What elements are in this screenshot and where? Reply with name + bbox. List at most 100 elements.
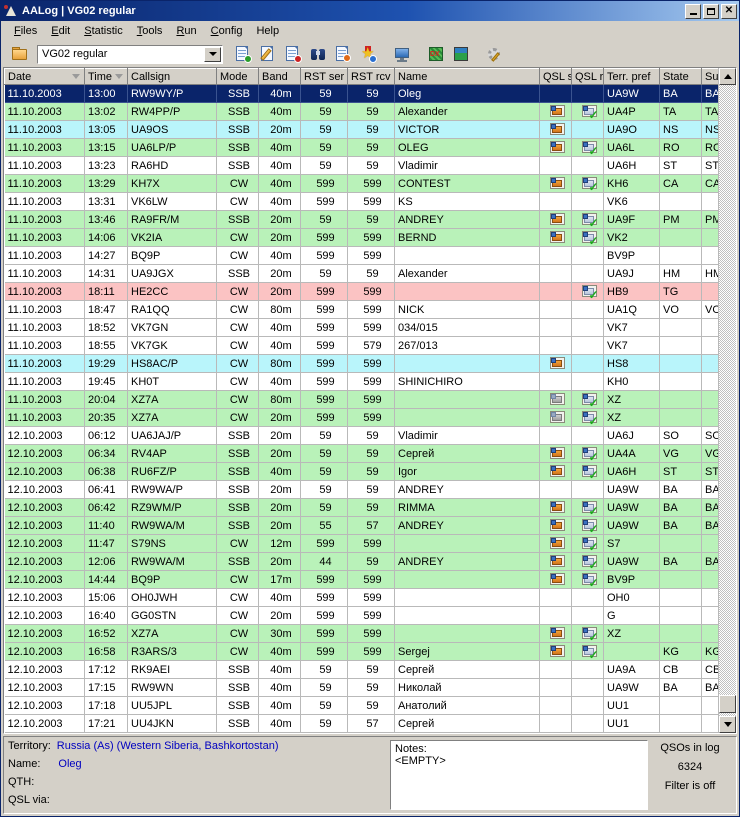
table-row[interactable]: 11.10.2003 13:29 KH7X CW 40m 599 599 CONTEST ✓ KH… [4, 174, 718, 193]
table-row[interactable]: 12.10.2003 12:06 RW9WA/M SSB 20m 44 59 ANDREY ✓ U… [4, 552, 718, 571]
cell-name: CONTEST [394, 174, 540, 193]
column-header-terr[interactable]: Terr. pref [603, 68, 660, 85]
scroll-up-button[interactable] [719, 68, 736, 85]
table-row[interactable]: 12.10.2003 17:12 RK9AEI SSB 40m 59 59 Сергей UA9… [4, 660, 718, 679]
cell-call: RV4AP [127, 444, 217, 463]
maximize-button[interactable] [703, 3, 719, 19]
table-row[interactable]: 11.10.2003 13:02 RW4PP/P SSB 40m 59 59 Alexande… [4, 102, 718, 121]
table-row[interactable]: 11.10.2003 14:31 UA9JGX SSB 20m 59 59 Alexander… [4, 264, 718, 283]
dx-cluster-button[interactable]: DX [425, 43, 447, 65]
column-header-subd[interactable]: Subdivision [701, 68, 718, 85]
vertical-scrollbar[interactable] [718, 68, 736, 733]
new-qso-button[interactable] [232, 43, 254, 65]
cell-mode: SSB [216, 444, 259, 463]
table-row[interactable]: 11.10.2003 18:55 VK7GK CW 40m 599 579 267/013 VK… [4, 336, 718, 355]
table-row[interactable]: 11.10.2003 19:29 HS8AC/P CW 80m 599 599 HS8 [4, 354, 718, 373]
cell-subd [701, 390, 718, 409]
logbook-select[interactable]: VG02 regular [37, 44, 223, 64]
cell-state: BA [659, 678, 702, 697]
menu-statistic[interactable]: Statistic [77, 23, 130, 39]
column-header-date[interactable]: Date [4, 68, 85, 85]
close-button[interactable]: ✕ [721, 3, 737, 19]
menu-edit[interactable]: Edit [44, 23, 77, 39]
table-row[interactable]: 12.10.2003 06:42 RZ9WM/P SSB 20m 59 59 RIMMA ✓ UA… [4, 498, 718, 517]
menu-files[interactable]: Files [7, 23, 44, 39]
table-row[interactable]: 11.10.2003 18:11 HE2CC CW 20m 599 599 ✓ HB9 TG [4, 282, 718, 301]
cell-rstr: 59 [347, 678, 395, 697]
cell-subd [701, 246, 718, 265]
menu-tools[interactable]: Tools [130, 23, 170, 39]
edit-qso-button[interactable] [257, 43, 279, 65]
minimize-button[interactable] [685, 3, 701, 19]
menu-run[interactable]: Run [169, 23, 203, 39]
table-row[interactable]: 11.10.2003 14:06 VK2IA CW 20m 599 599 BERND ✓ VK2 [4, 228, 718, 247]
table-row[interactable]: 11.10.2003 13:23 RA6HD SSB 40m 59 59 Vladimir UA… [4, 156, 718, 175]
scrollbar-thumb[interactable] [719, 695, 736, 713]
cell-date: 11.10.2003 [4, 156, 85, 175]
column-header-qslr[interactable]: QSL r [571, 68, 604, 85]
table-row[interactable]: 12.10.2003 15:06 OH0JWH CW 40m 599 599 OH0 [4, 588, 718, 607]
table-row[interactable]: 11.10.2003 13:05 UA9OS SSB 20m 59 59 VICTOR UA9O… [4, 120, 718, 139]
cell-time: 16:40 [84, 606, 128, 625]
cell-rstr: 59 [347, 552, 395, 571]
cell-qslr [571, 192, 604, 211]
cell-state [659, 588, 702, 607]
monitor-button[interactable] [391, 43, 413, 65]
awards-button[interactable]: ★ [357, 43, 379, 65]
column-header-call[interactable]: Callsign [127, 68, 217, 85]
column-header-rstr[interactable]: RST rcv [347, 68, 395, 85]
menu-help[interactable]: Help [249, 23, 286, 39]
table-row[interactable]: 11.10.2003 20:35 XZ7A CW 20m 599 599 ✓ XZ [4, 408, 718, 427]
table-row[interactable]: 12.10.2003 17:15 RW9WN SSB 40m 59 59 Николай UA9… [4, 678, 718, 697]
table-row[interactable]: 11.10.2003 18:52 VK7GN CW 40m 599 599 034/015 VK… [4, 318, 718, 337]
delete-qso-button[interactable] [282, 43, 304, 65]
report-button[interactable] [332, 43, 354, 65]
cell-qsls [539, 390, 572, 409]
scroll-down-button[interactable] [719, 716, 736, 733]
table-row[interactable]: 11.10.2003 20:04 XZ7A CW 80m 599 599 ✓ XZ [4, 390, 718, 409]
map-button[interactable] [450, 43, 472, 65]
table-row[interactable]: 12.10.2003 14:44 BQ9P CW 17m 599 599 ✓ BV9P [4, 570, 718, 589]
cell-date: 12.10.2003 [4, 642, 85, 661]
table-row[interactable]: 11.10.2003 13:46 RA9FR/M SSB 20m 59 59 ANDREY ✓ U… [4, 210, 718, 229]
table-row[interactable]: 12.10.2003 16:52 XZ7A CW 30m 599 599 ✓ XZ [4, 624, 718, 643]
cell-call: RW9WA/P [127, 480, 217, 499]
scrollbar-track[interactable] [719, 85, 736, 716]
column-header-band[interactable]: Band [258, 68, 301, 85]
table-row[interactable]: 12.10.2003 17:18 UU5JPL SSB 40m 59 59 Анатолий U… [4, 696, 718, 715]
menu-config[interactable]: Config [204, 23, 250, 39]
open-folder-icon[interactable] [11, 46, 29, 62]
table-row[interactable]: 11.10.2003 13:00 RW9WY/P SSB 40m 59 59 Oleg UA9W… [4, 84, 718, 103]
table-row[interactable]: 11.10.2003 19:45 KH0T CW 40m 599 599 SHINICHIRO… [4, 372, 718, 391]
table-row[interactable]: 12.10.2003 06:41 RW9WA/P SSB 20m 59 59 ANDREY UA… [4, 480, 718, 499]
column-header-name[interactable]: Name [394, 68, 540, 85]
column-header-state[interactable]: State [659, 68, 702, 85]
table-row[interactable]: 12.10.2003 16:40 GG0STN CW 20m 599 599 G [4, 606, 718, 625]
chevron-down-icon[interactable] [204, 46, 221, 62]
cell-qslr [571, 156, 604, 175]
column-header-qsls[interactable]: QSL s [539, 68, 572, 85]
table-row[interactable]: 12.10.2003 06:34 RV4AP SSB 20m 59 59 Сергей ✓ UA4… [4, 444, 718, 463]
table-row[interactable]: 12.10.2003 11:47 S79NS CW 12m 599 599 ✓ S7 [4, 534, 718, 553]
cell-qslr [571, 120, 604, 139]
table-row[interactable]: 12.10.2003 06:38 RU6FZ/P SSB 40m 59 59 Igor ✓ UA6… [4, 462, 718, 481]
settings-button[interactable] [484, 43, 506, 65]
table-row[interactable]: 12.10.2003 17:21 UU4JKN SSB 40m 59 57 Сергей UU1 [4, 714, 718, 733]
cell-rsts: 59 [300, 678, 348, 697]
table-row[interactable]: 11.10.2003 13:15 UA6LP/P SSB 40m 59 59 OLEG ✓ UA6… [4, 138, 718, 157]
cell-date: 11.10.2003 [4, 210, 85, 229]
table-row[interactable]: 11.10.2003 13:31 VK6LW CW 40m 599 599 KS VK6 [4, 192, 718, 211]
table-row[interactable]: 12.10.2003 06:12 UA6JAJ/P SSB 20m 59 59 Vladimi… [4, 426, 718, 445]
search-button[interactable] [307, 43, 329, 65]
table-row[interactable]: 12.10.2003 11:40 RW9WA/M SSB 20m 55 57 ANDREY ✓ U… [4, 516, 718, 535]
notes-field[interactable]: Notes: <EMPTY> [390, 740, 648, 810]
table-row[interactable]: 11.10.2003 14:27 BQ9P CW 40m 599 599 BV9P [4, 246, 718, 265]
table-row[interactable]: 11.10.2003 18:47 RA1QQ CW 80m 599 599 NICK UA1Q V… [4, 300, 718, 319]
column-header-time[interactable]: Time [84, 68, 128, 85]
table-row[interactable]: 12.10.2003 16:58 R3ARS/3 CW 40m 599 599 Sergej ✓… [4, 642, 718, 661]
cell-rsts: 59 [300, 102, 348, 121]
cell-terr: KH0 [603, 372, 660, 391]
column-header-mode[interactable]: Mode [216, 68, 259, 85]
column-header-rsts[interactable]: RST ser [300, 68, 348, 85]
cell-mode: SSB [216, 462, 259, 481]
